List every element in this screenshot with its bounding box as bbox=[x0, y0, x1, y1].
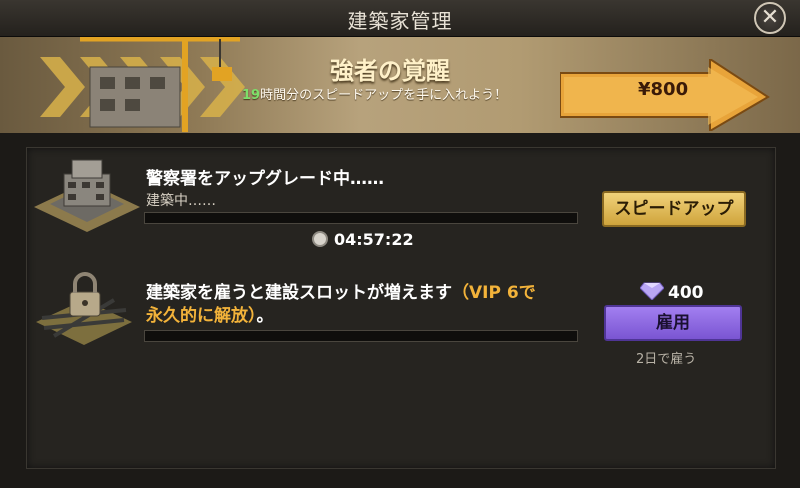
hire-text-end: 。 bbox=[256, 306, 274, 326]
promo-banner[interactable]: 強者の覚醒 19時間分のスピードアップを手に入れよう！ ¥800 bbox=[0, 37, 800, 133]
close-button[interactable]: ✕ bbox=[754, 2, 786, 34]
banner-heading: 強者の覚醒 bbox=[330, 57, 450, 85]
vip-note-line2: 永久的に解放） bbox=[146, 306, 257, 326]
price-button[interactable]: ¥800 bbox=[559, 57, 770, 133]
speedup-hours: 19 bbox=[242, 88, 261, 103]
title-bar: 建築家管理 ✕ bbox=[0, 0, 800, 37]
gem-cost: 400 bbox=[639, 282, 704, 303]
hire-duration-note: 2日で雇う bbox=[636, 352, 697, 367]
police-station-icon bbox=[34, 159, 140, 232]
build-progress-bar bbox=[144, 212, 578, 224]
timer-value: 04:57:22 bbox=[334, 230, 414, 249]
gem-icon bbox=[639, 282, 665, 301]
hire-text: 建築家を雇うと建設スロットが増えます bbox=[146, 283, 452, 303]
price-label: ¥800 bbox=[638, 79, 689, 100]
vip-note-line1: （VIP 6で bbox=[452, 283, 536, 303]
hire-description: 建築家を雇うと建設スロットが増えます（VIP 6で永久的に解放）。 bbox=[146, 282, 586, 328]
hire-progress-bar bbox=[144, 330, 578, 342]
banner-subtitle-text: 時間分のスピードアップを手に入れよう！ bbox=[260, 88, 508, 103]
hire-button[interactable]: 雇用 bbox=[604, 305, 742, 341]
lock-icon bbox=[36, 272, 132, 345]
gem-cost-value: 400 bbox=[668, 283, 704, 303]
speedup-button[interactable]: スピードアップ bbox=[602, 191, 746, 227]
queue-title: 警察署をアップグレード中…… bbox=[146, 169, 384, 189]
build-timer: 04:57:22 bbox=[312, 230, 414, 249]
crane-icon bbox=[80, 37, 240, 132]
close-icon: ✕ bbox=[760, 5, 780, 30]
banner-subtitle: 19時間分のスピードアップを手に入れよう！ bbox=[242, 84, 507, 103]
page-title: 建築家管理 bbox=[347, 9, 453, 33]
stopwatch-icon bbox=[312, 231, 328, 247]
queue-status: 建築中…… bbox=[146, 193, 216, 209]
